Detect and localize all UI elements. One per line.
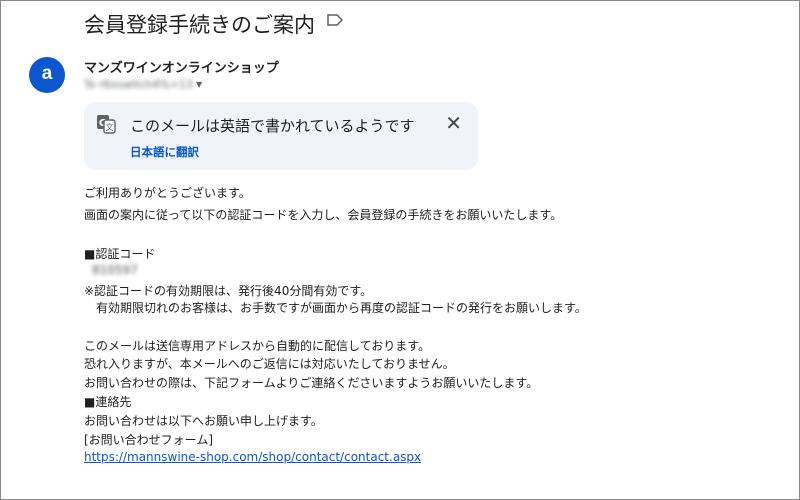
sender-name: マンズワインオンラインショップ xyxy=(84,61,279,76)
recipient-dropdown-icon[interactable]: ▼ xyxy=(196,80,202,89)
contact-form-label: [お問い合わせフォーム] xyxy=(84,433,214,447)
svg-text:文: 文 xyxy=(106,122,114,132)
verification-code: 810597 xyxy=(92,263,138,277)
translate-to-japanese-link[interactable]: 日本語に翻訳 xyxy=(130,144,199,160)
body-intro: 画面の案内に従って以下の認証コードを入力し、会員登録の手続きをお願いいたします。 xyxy=(84,208,563,222)
translate-icon: G 文 xyxy=(97,115,116,134)
recipient-line[interactable]: To r6xswitch4%=13 xyxy=(84,78,193,91)
email-subject: 会員登録手続きのご案内 xyxy=(84,13,315,37)
code-note-2: 有効期限切れのお客様は、お手数ですが画面から再度の認証コードの発行をお願いします… xyxy=(84,301,587,315)
code-heading: ■認証コード xyxy=(84,247,156,261)
body-greeting: ご利用ありがとうございます。 xyxy=(84,186,251,200)
auto-notice-3: お問い合わせの際は、下記フォームよりご連絡くださいますようお願いいたします。 xyxy=(84,376,539,390)
auto-notice-1: このメールは送信専用アドレスから自動的に配信しております。 xyxy=(84,339,431,353)
close-banner-button[interactable]: ✕ xyxy=(445,111,462,135)
contact-form-link[interactable]: https://mannswine-shop.com/shop/contact/… xyxy=(84,450,421,464)
auto-notice-2: 恐れ入りますが、本メールへのご返信には対応いたしておりません。 xyxy=(84,357,455,371)
sender-avatar[interactable]: a xyxy=(29,57,65,93)
contact-heading: ■連絡先 xyxy=(84,395,132,409)
contact-line: お問い合わせは以下へお願い申し上げます。 xyxy=(84,414,323,428)
translate-message: このメールは英語で書かれているようです xyxy=(130,117,415,135)
code-note-1: ※認証コードの有効期限は、発行後40分間有効です。 xyxy=(84,284,373,298)
label-tag-icon[interactable] xyxy=(326,13,344,27)
translate-banner: G 文 このメールは英語で書かれているようです ✕ 日本語に翻訳 xyxy=(84,102,478,170)
